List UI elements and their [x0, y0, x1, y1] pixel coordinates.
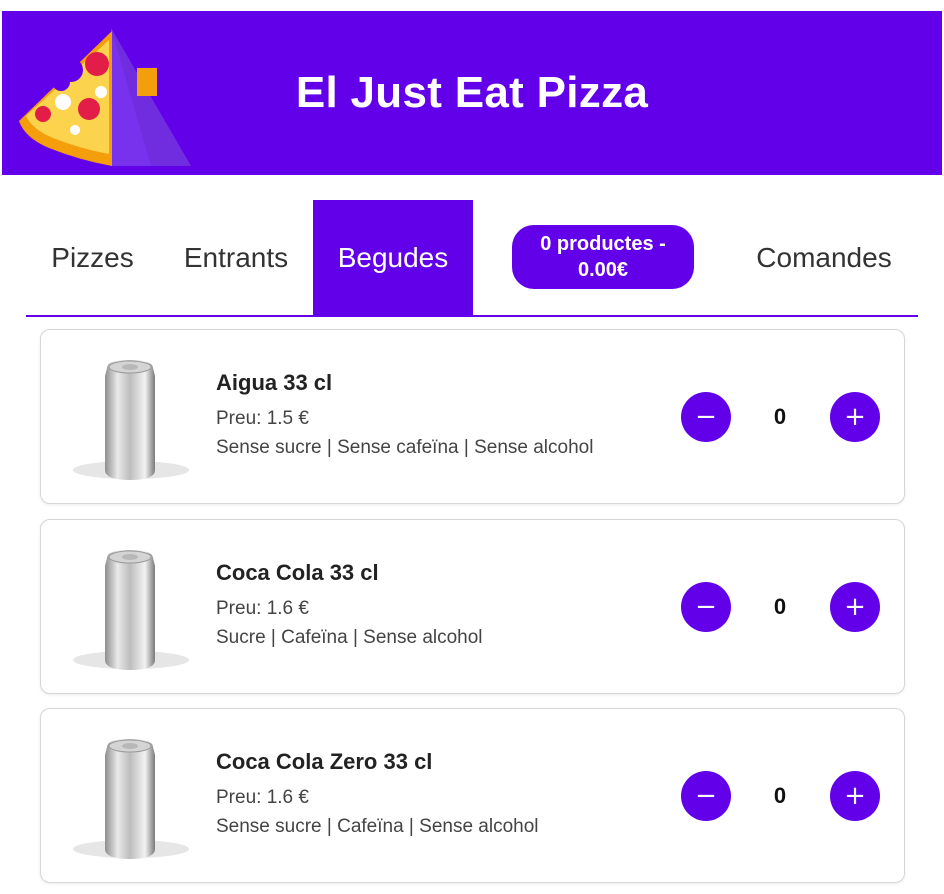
product-card: Aigua 33 cl Preu: 1.5 € Sense sucre | Se… [40, 329, 905, 504]
product-card: Coca Cola 33 cl Preu: 1.6 € Sucre | Cafe… [40, 519, 905, 694]
product-price: Preu: 1.6 € [216, 787, 309, 808]
cart-total-text: 0.00€ [577, 259, 629, 281]
cart-count-text: 0 productes - [540, 233, 666, 255]
can-icon [105, 550, 155, 670]
decrease-quantity-button[interactable]: − [681, 392, 731, 442]
decrease-quantity-button[interactable]: − [681, 582, 731, 632]
product-tags: Sense sucre | Cafeïna | Sense alcohol [216, 816, 539, 837]
main-nav: Pizzes Entrants Begudes 0 productes - 0.… [26, 200, 918, 317]
quantity-value: 0 [773, 404, 787, 429]
increase-quantity-button[interactable]: + [830, 392, 880, 442]
can-icon [105, 360, 155, 480]
product-price: Preu: 1.6 € [216, 598, 309, 619]
cart-summary-button[interactable]: 0 productes - 0.00€ [512, 225, 694, 289]
increase-quantity-button[interactable]: + [830, 582, 880, 632]
tab-begudes[interactable]: Begudes [313, 200, 473, 315]
increase-quantity-button[interactable]: + [830, 771, 880, 821]
product-price: Preu: 1.5 € [216, 408, 309, 429]
can-icon [105, 739, 155, 859]
quantity-value: 0 [773, 594, 787, 619]
quantity-value: 0 [773, 783, 787, 808]
product-tags: Sense sucre | Sense cafeïna | Sense alco… [216, 437, 594, 458]
tab-entrants[interactable]: Entrants [176, 200, 296, 315]
decrease-quantity-button[interactable]: − [681, 771, 731, 821]
app-header: El Just Eat Pizza [2, 11, 942, 175]
product-name: Aigua 33 cl [216, 370, 333, 395]
product-card: Coca Cola Zero 33 cl Preu: 1.6 € Sense s… [40, 708, 905, 883]
tab-pizzes[interactable]: Pizzes [26, 200, 159, 315]
product-tags: Sucre | Cafeïna | Sense alcohol [216, 627, 483, 648]
product-name: Coca Cola 33 cl [216, 560, 379, 585]
app-title: El Just Eat Pizza [295, 68, 649, 117]
tab-comandes[interactable]: Comandes [738, 200, 910, 315]
product-name: Coca Cola Zero 33 cl [216, 749, 433, 774]
